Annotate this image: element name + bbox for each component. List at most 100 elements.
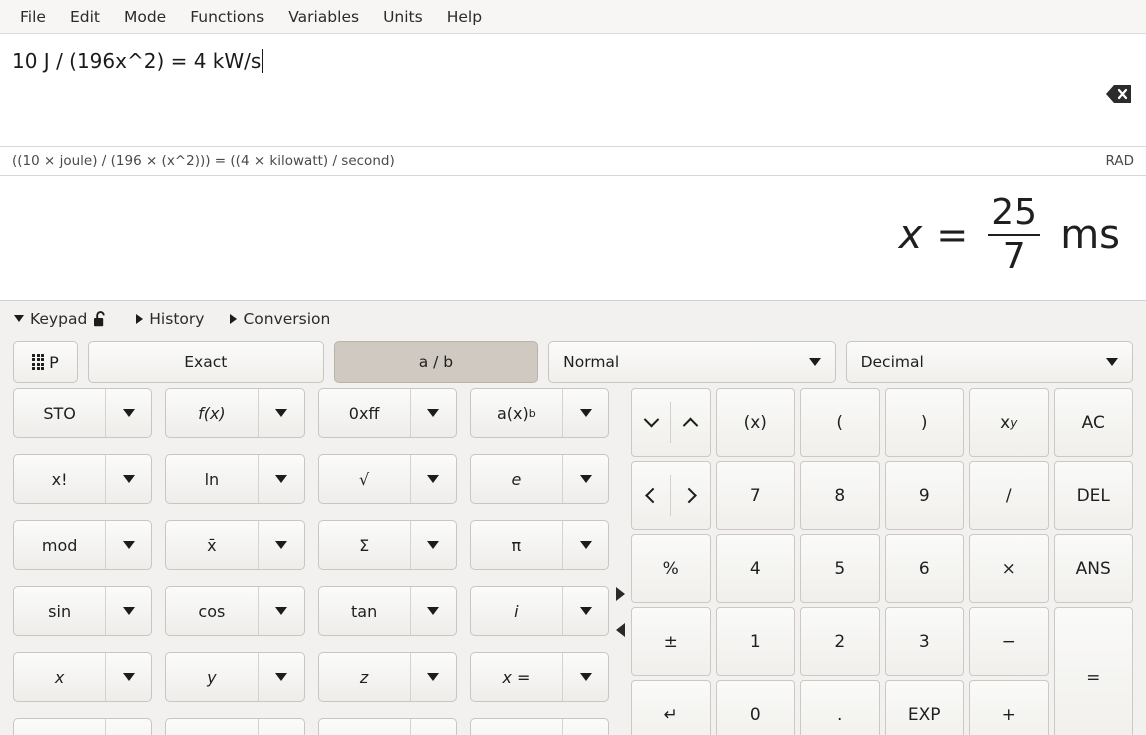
menu-edit[interactable]: Edit [58, 4, 112, 30]
key-8[interactable]: 8 [800, 461, 880, 530]
key-parens-x[interactable]: (x) [716, 388, 796, 457]
func-imaginary[interactable]: i [470, 586, 609, 636]
func-mean[interactable]: x̄ [165, 520, 304, 570]
key-answer[interactable]: ANS [1054, 534, 1134, 603]
func-cos-label[interactable]: cos [166, 587, 258, 635]
chevron-down-icon[interactable] [632, 389, 670, 456]
key-9[interactable]: 9 [885, 461, 965, 530]
key-exponent[interactable]: EXP [885, 680, 965, 735]
func-tan-dropdown[interactable] [411, 587, 456, 635]
key-close-paren[interactable]: ) [885, 388, 965, 457]
keypad-toggle-button[interactable]: P [13, 341, 78, 383]
chevron-up-icon[interactable] [671, 389, 709, 456]
key-minus[interactable]: − [969, 607, 1049, 676]
func-unit-micro[interactable]: μ [13, 718, 152, 735]
func-imaginary-dropdown[interactable] [563, 587, 608, 635]
func-unit-kg[interactable]: kg [165, 718, 304, 735]
func-unit-kg-dropdown[interactable] [259, 719, 304, 735]
backspace-clear-icon[interactable] [1106, 84, 1132, 104]
expression-entry-area[interactable]: 10 J / (196x^2) = 4 kW/s [0, 34, 1146, 147]
func-assign-x[interactable]: x = [470, 652, 609, 702]
key-decimal-point[interactable]: . [800, 680, 880, 735]
func-fx-dropdown[interactable] [259, 389, 304, 437]
func-cos[interactable]: cos [165, 586, 304, 636]
func-tan[interactable]: tan [318, 586, 457, 636]
key-6[interactable]: 6 [885, 534, 965, 603]
func-sto-dropdown[interactable] [106, 389, 151, 437]
func-sin-dropdown[interactable] [106, 587, 151, 635]
func-sin-label[interactable]: sin [14, 587, 106, 635]
func-hex-dropdown[interactable] [411, 389, 456, 437]
key-3[interactable]: 3 [885, 607, 965, 676]
key-divide[interactable]: / [969, 461, 1049, 530]
key-1[interactable]: 1 [716, 607, 796, 676]
func-axb-dropdown[interactable] [563, 389, 608, 437]
func-mean-label[interactable]: x̄ [166, 521, 258, 569]
func-imaginary-label[interactable]: i [471, 587, 563, 635]
unlock-icon[interactable] [93, 311, 108, 327]
func-mod[interactable]: mod [13, 520, 152, 570]
key-7[interactable]: 7 [716, 461, 796, 530]
section-keypad[interactable]: Keypad [12, 308, 116, 330]
key-multiply[interactable]: × [969, 534, 1049, 603]
key-delete[interactable]: DEL [1054, 461, 1134, 530]
key-all-clear[interactable]: AC [1054, 388, 1134, 457]
func-sum[interactable]: Σ [318, 520, 457, 570]
page-prev-arrow-icon[interactable] [616, 623, 625, 637]
func-axb[interactable]: a(x)b [470, 388, 609, 438]
func-unit-micro-label[interactable]: μ [14, 719, 106, 735]
key-open-paren[interactable]: ( [800, 388, 880, 457]
expression-input[interactable]: 10 J / (196x^2) = 4 kW/s [12, 48, 261, 74]
key-equals[interactable]: = [1054, 607, 1134, 735]
angle-mode-indicator[interactable]: RAD [1106, 153, 1134, 169]
func-var-y-label[interactable]: y [166, 653, 258, 701]
func-factorial-label[interactable]: x! [14, 455, 106, 503]
key-2[interactable]: 2 [800, 607, 880, 676]
func-var-y[interactable]: y [165, 652, 304, 702]
func-pi-label[interactable]: π [471, 521, 563, 569]
func-pi[interactable]: π [470, 520, 609, 570]
func-sto-label[interactable]: STO [14, 389, 106, 437]
func-sum-label[interactable]: Σ [319, 521, 411, 569]
section-history[interactable]: History [134, 308, 212, 330]
func-axb-label[interactable]: a(x)b [471, 389, 563, 437]
func-convert-dropdown[interactable] [563, 719, 608, 735]
key-scroll-horizontal[interactable] [631, 461, 711, 530]
key-0[interactable]: 0 [716, 680, 796, 735]
func-mean-dropdown[interactable] [259, 521, 304, 569]
chevron-right-icon[interactable] [671, 462, 709, 529]
key-sign[interactable]: ± [631, 607, 711, 676]
func-sto[interactable]: STO [13, 388, 152, 438]
func-fx-label[interactable]: f(x) [166, 389, 258, 437]
key-5[interactable]: 5 [800, 534, 880, 603]
menu-help[interactable]: Help [435, 4, 494, 30]
func-var-x[interactable]: x [13, 652, 152, 702]
chevron-left-icon[interactable] [632, 462, 670, 529]
func-var-z[interactable]: z [318, 652, 457, 702]
func-convert[interactable]: x ⇄ [470, 718, 609, 735]
func-mod-label[interactable]: mod [14, 521, 106, 569]
func-var-z-dropdown[interactable] [411, 653, 456, 701]
number-base-dropdown[interactable]: Decimal [846, 341, 1133, 383]
key-enter-arrow[interactable]: ↵ [631, 680, 711, 735]
page-next-arrow-icon[interactable] [616, 587, 625, 601]
key-4[interactable]: 4 [716, 534, 796, 603]
menu-variables[interactable]: Variables [276, 4, 371, 30]
fraction-mode-button[interactable]: a / b [334, 341, 538, 383]
func-var-x-dropdown[interactable] [106, 653, 151, 701]
key-percent[interactable]: % [631, 534, 711, 603]
func-sqrt[interactable]: √ [318, 454, 457, 504]
func-sin[interactable]: sin [13, 586, 152, 636]
func-sqrt-label[interactable]: √ [319, 455, 411, 503]
func-unit-micro-dropdown[interactable] [106, 719, 151, 735]
func-unit-sek-dropdown[interactable] [411, 719, 456, 735]
exact-mode-button[interactable]: Exact [88, 341, 324, 383]
approximation-dropdown[interactable]: Normal [548, 341, 835, 383]
func-var-x-label[interactable]: x [14, 653, 106, 701]
func-e-dropdown[interactable] [563, 455, 608, 503]
func-mod-dropdown[interactable] [106, 521, 151, 569]
func-assign-x-dropdown[interactable] [563, 653, 608, 701]
func-tan-label[interactable]: tan [319, 587, 411, 635]
key-scroll-vertical[interactable] [631, 388, 711, 457]
func-unit-sek[interactable]: SEK [318, 718, 457, 735]
